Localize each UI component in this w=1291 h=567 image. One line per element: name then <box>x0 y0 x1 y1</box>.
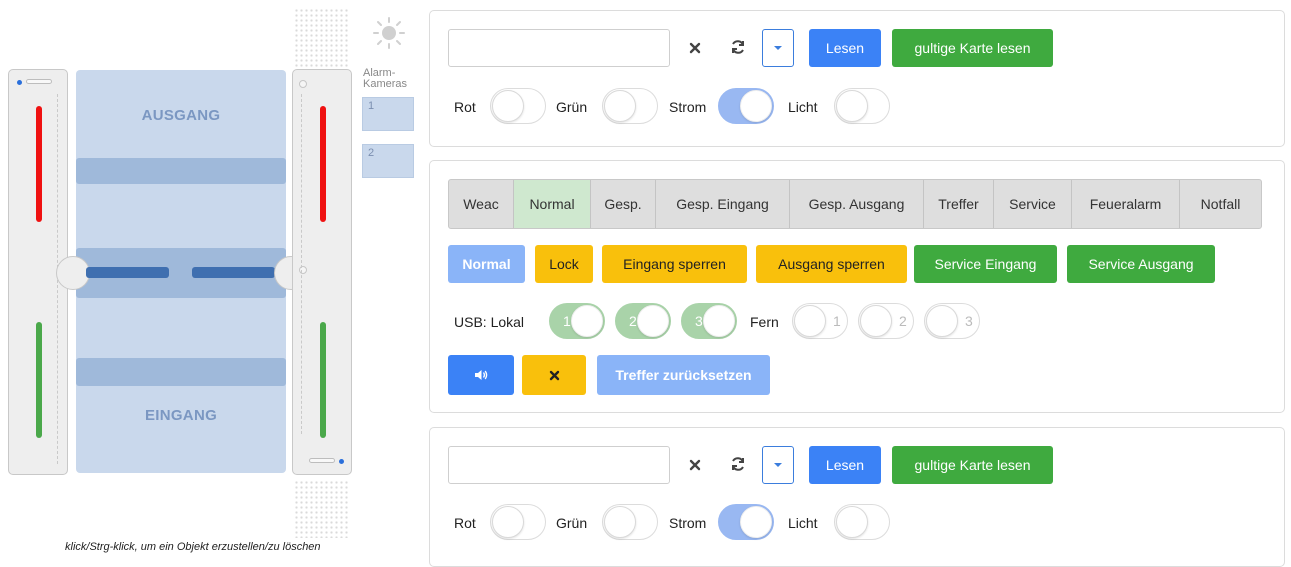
lane-strip-top <box>76 158 286 184</box>
usb-remote-toggle-3[interactable]: 3 <box>924 303 980 339</box>
toggle-label-green: Grün <box>556 99 588 115</box>
chevron-down-icon <box>774 463 782 467</box>
toggle-label-power: Strom <box>669 515 707 531</box>
close-icon <box>549 370 559 380</box>
action-normal-button[interactable]: Normal <box>448 245 525 283</box>
camera-1[interactable]: 1 <box>362 97 414 131</box>
action-lock-button[interactable]: Lock <box>535 245 593 283</box>
toggle-label-light: Licht <box>788 99 818 115</box>
post-rail <box>301 94 305 434</box>
gate-view[interactable]: AUSGANG EINGANG Alarm- Kameras 1 2 klick… <box>0 0 425 559</box>
tab-normal[interactable]: Normal <box>514 180 591 228</box>
card-input[interactable] <box>448 446 670 484</box>
read-valid-card-button[interactable]: gultige Karte lesen <box>892 29 1053 67</box>
usb-local-toggle-2[interactable]: 2 <box>615 303 671 339</box>
toggle-label-light: Licht <box>788 515 818 531</box>
tab-treffer[interactable]: Treffer <box>924 180 994 228</box>
green-led <box>320 322 326 438</box>
toggle-number: 3 <box>965 313 973 329</box>
reader-panel-2: Lesen gultige Karte lesen Rot Grün Strom… <box>429 427 1285 567</box>
toggle-label-power: Strom <box>669 99 707 115</box>
post-slot <box>309 458 335 463</box>
reset-hits-button[interactable]: Treffer zurücksetzen <box>597 355 770 395</box>
lane-strip-bottom <box>76 358 286 386</box>
usb-remote-toggle-1[interactable]: 1 <box>792 303 848 339</box>
action-lock-entry-button[interactable]: Eingang sperren <box>602 245 747 283</box>
close-icon[interactable] <box>684 37 706 59</box>
alarm-cameras-title: Alarm- Kameras <box>363 67 408 90</box>
sound-button[interactable] <box>448 355 514 395</box>
toggle-label-red: Rot <box>454 99 476 115</box>
dropdown-button[interactable] <box>762 29 794 67</box>
post-slot <box>26 79 52 84</box>
lane-in-label: EINGANG <box>144 407 218 424</box>
tab-notfall[interactable]: Notfall <box>1180 180 1261 228</box>
post-indicator <box>299 80 307 88</box>
usb-local-toggle-1[interactable]: 1 <box>549 303 605 339</box>
tab-weac[interactable]: Weac <box>449 180 514 228</box>
toggle-green[interactable] <box>602 504 658 540</box>
tab-service[interactable]: Service <box>994 180 1072 228</box>
toggle-red[interactable] <box>490 88 546 124</box>
toggle-label-green: Grün <box>556 515 588 531</box>
bottom-grate <box>294 480 350 538</box>
tab-gesp-eingang[interactable]: Gesp. Eingang <box>656 180 790 228</box>
green-led <box>36 322 42 438</box>
tab-gesp[interactable]: Gesp. <box>591 180 656 228</box>
toggle-light[interactable] <box>834 504 890 540</box>
left-hinge <box>56 256 90 290</box>
refresh-icon[interactable] <box>727 453 749 475</box>
speaker-icon <box>475 370 488 380</box>
usb-local-label: USB: Lokal <box>454 314 525 330</box>
chevron-down-icon <box>774 46 782 50</box>
camera-2[interactable]: 2 <box>362 144 414 178</box>
right-wing[interactable] <box>192 267 275 278</box>
read-valid-card-button[interactable]: gultige Karte lesen <box>892 446 1053 484</box>
toggle-green[interactable] <box>602 88 658 124</box>
red-led <box>36 106 42 222</box>
toggle-label-red: Rot <box>454 515 476 531</box>
toggle-power[interactable] <box>718 88 774 124</box>
mode-tabs: Weac Normal Gesp. Gesp. Eingang Gesp. Au… <box>448 179 1262 229</box>
read-button[interactable]: Lesen <box>809 29 881 67</box>
status-dot <box>17 80 22 85</box>
card-input[interactable] <box>448 29 670 67</box>
reader-panel-1: Lesen gultige Karte lesen Rot Grün Strom… <box>429 10 1285 147</box>
hint-text: klick/Strg-klick, um ein Objekt erzustel… <box>65 541 321 553</box>
toggle-red[interactable] <box>490 504 546 540</box>
toggle-power[interactable] <box>718 504 774 540</box>
top-grate <box>294 8 350 68</box>
refresh-icon[interactable] <box>727 36 749 58</box>
red-led <box>320 106 326 222</box>
usb-remote-label: Fern <box>750 314 779 330</box>
mute-button[interactable] <box>522 355 586 395</box>
toggle-number: 2 <box>899 313 907 329</box>
control-panel: Weac Normal Gesp. Gesp. Eingang Gesp. Au… <box>429 160 1285 413</box>
action-service-entry-button[interactable]: Service Eingang <box>914 245 1057 283</box>
lane-out-label: AUSGANG <box>141 107 221 124</box>
left-wing[interactable] <box>86 267 169 278</box>
usb-remote-toggle-2[interactable]: 2 <box>858 303 914 339</box>
dropdown-button[interactable] <box>762 446 794 484</box>
tab-gesp-ausgang[interactable]: Gesp. Ausgang <box>790 180 924 228</box>
toggle-light[interactable] <box>834 88 890 124</box>
toggle-number: 1 <box>833 313 841 329</box>
toggle-number: 2 <box>629 313 637 329</box>
status-dot <box>339 459 344 464</box>
action-service-exit-button[interactable]: Service Ausgang <box>1067 245 1215 283</box>
action-lock-exit-button[interactable]: Ausgang sperren <box>756 245 907 283</box>
usb-local-toggle-3[interactable]: 3 <box>681 303 737 339</box>
sun-icon <box>373 17 405 49</box>
right-post[interactable] <box>292 69 352 475</box>
tab-feueralarm[interactable]: Feueralarm <box>1072 180 1180 228</box>
toggle-number: 1 <box>563 313 571 329</box>
close-icon[interactable] <box>684 454 706 476</box>
toggle-number: 3 <box>695 313 703 329</box>
read-button[interactable]: Lesen <box>809 446 881 484</box>
